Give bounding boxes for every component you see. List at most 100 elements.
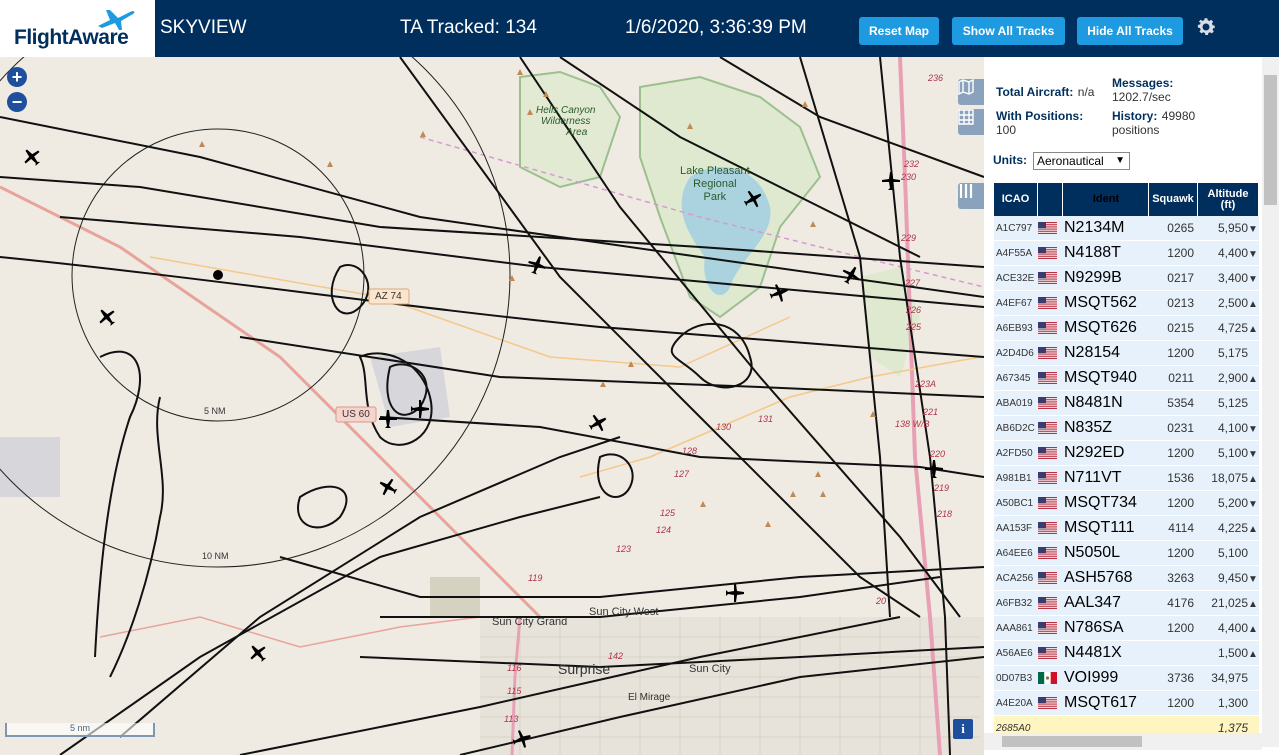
road-number: 218: [937, 509, 953, 519]
zoom-out-button[interactable]: −: [7, 92, 27, 112]
table-row[interactable]: AAA861 N786SA 1200 4,400▲: [994, 616, 1259, 641]
altitude-value: 4,100: [1217, 421, 1248, 435]
hide-all-tracks-button[interactable]: Hide All Tracks: [1077, 17, 1183, 45]
grid-glyph: [958, 109, 974, 125]
altitude-cell: 2,500▲: [1198, 296, 1259, 310]
flag-cell: [1038, 647, 1063, 659]
altitude-cell: 4,100▼: [1198, 421, 1259, 435]
column-altitude[interactable]: Altitude (ft): [1198, 183, 1259, 216]
us-flag-icon: [1038, 222, 1057, 234]
vertical-scrollbar[interactable]: [1262, 57, 1279, 747]
column-squawk[interactable]: Squawk: [1149, 183, 1198, 216]
info-icon[interactable]: i: [953, 719, 973, 739]
altitude-cell: 18,075▲: [1198, 471, 1259, 485]
show-all-tracks-button[interactable]: Show All Tracks: [952, 17, 1065, 45]
road-number: 232: [904, 159, 920, 169]
altitude-value: 9,450: [1217, 571, 1248, 585]
table-row[interactable]: ABA019 N8481N 5354 5,125: [994, 391, 1259, 416]
history-value: 49980: [1161, 109, 1196, 123]
descending-arrow-icon: ▼: [1248, 249, 1258, 260]
history-label: History:: [1112, 109, 1158, 123]
map-layers-icon[interactable]: [958, 79, 984, 105]
map-label-sun-city-west: Sun City West: [589, 606, 659, 618]
descending-arrow-icon: ▼: [1248, 224, 1258, 235]
altitude-value: 5,200: [1217, 496, 1248, 510]
table-row[interactable]: 0D07B3 VOI999 3736 34,975: [994, 666, 1259, 691]
zoom-in-button[interactable]: +: [7, 67, 27, 87]
road-number: 219: [934, 483, 950, 493]
altitude-value: 4,400: [1217, 246, 1248, 260]
table-row[interactable]: A56AE6 N4481X 1,500▲: [994, 641, 1259, 666]
skyview-app: FlightAware SKYVIEW TA Tracked: 134 1/6/…: [0, 0, 1279, 755]
altitude-value: 4,225: [1217, 521, 1248, 535]
units-selected-value: Aeronautical: [1037, 154, 1104, 168]
chevron-down-icon: ▼: [1115, 155, 1125, 166]
ident-cell: N786SA: [1064, 619, 1124, 636]
table-row[interactable]: A6EB93 MSQT626 0215 4,725▲: [994, 316, 1259, 341]
flag-cell: [1038, 397, 1063, 409]
table-row[interactable]: A4F55A N4188T 1200 4,400▼: [994, 241, 1259, 266]
altitude-cell: 4,400▲: [1198, 621, 1259, 635]
ident-cell: MSQT940: [1064, 369, 1137, 386]
icao-cell: A4F55A: [996, 247, 1033, 259]
table-row[interactable]: A981B1 N711VT 1536 18,075▲: [994, 466, 1259, 491]
grid-icon[interactable]: [958, 109, 984, 135]
road-number: 220: [930, 449, 946, 459]
gear-icon[interactable]: [1194, 15, 1218, 39]
scroll-thumb[interactable]: [1264, 75, 1277, 205]
ident-cell: MSQT562: [1064, 294, 1137, 311]
table-row[interactable]: A2FD50 N292ED 1200 5,100▼: [994, 441, 1259, 466]
table-row[interactable]: A64EE6 N5050L 1200 5,100: [994, 541, 1259, 566]
column-ident[interactable]: Ident: [1063, 183, 1149, 216]
horizontal-scrollbar[interactable]: [984, 733, 1262, 750]
table-row[interactable]: ACE32E N9299B 0217 3,400▼: [994, 266, 1259, 291]
table-row[interactable]: A1C797 N2134M 0265 5,950▼: [994, 216, 1259, 241]
squawk-cell: 1200: [1167, 246, 1194, 260]
logo-text: FlightAware: [14, 26, 129, 49]
altitude-value: 5,950: [1217, 221, 1248, 235]
scroll-thumb[interactable]: [1002, 736, 1142, 747]
descending-arrow-icon: ▼: [1248, 574, 1258, 585]
table-row[interactable]: AB6D2C N835Z 0231 4,100▼: [994, 416, 1259, 441]
ident-cell: N28154: [1064, 344, 1121, 361]
table-row[interactable]: A67345 MSQT940 0211 2,900▲: [994, 366, 1259, 391]
flag-cell: [1038, 597, 1063, 609]
us-flag-icon: [1038, 272, 1057, 284]
climbing-arrow-icon: ▲: [1248, 599, 1258, 610]
road-number: 225: [906, 322, 922, 332]
label-line: Regional: [693, 178, 737, 190]
us-flag-icon: [1038, 572, 1057, 584]
map-label-lake-pleasant: Lake Pleasant Regional Park: [680, 165, 750, 204]
ident-cell: N835Z: [1064, 419, 1113, 436]
squawk-cell: 1200: [1167, 496, 1194, 510]
messages-value: 1202.7/sec: [1112, 90, 1171, 104]
us-flag-icon: [1038, 647, 1057, 659]
units-select[interactable]: Aeronautical ▼: [1033, 152, 1130, 170]
icao-cell: A6FB32: [996, 597, 1033, 609]
table-row[interactable]: ACA256 ASH5768 3263 9,450▼: [994, 566, 1259, 591]
table-row[interactable]: A2D4D6 N28154 1200 5,175: [994, 341, 1259, 366]
column-icao[interactable]: ICAO: [994, 183, 1038, 216]
columns-icon[interactable]: [958, 183, 984, 209]
table-row[interactable]: A6FB32 AAL347 4176 21,025▲: [994, 591, 1259, 616]
flightaware-logo[interactable]: FlightAware: [0, 0, 155, 57]
squawk-cell: 0215: [1167, 321, 1194, 335]
us-flag-icon: [1038, 622, 1057, 634]
column-flag[interactable]: [1038, 183, 1063, 216]
map-view[interactable]: Hells Canyon Wilderness Area Lake Pleasa…: [0, 57, 984, 755]
icao-cell: ACE32E: [996, 272, 1035, 284]
road-number: 127: [674, 469, 690, 479]
messages-label: Messages:: [1112, 76, 1174, 90]
us-flag-icon: [1038, 547, 1057, 559]
squawk-cell: 1200: [1167, 621, 1194, 635]
squawk-cell: 0231: [1167, 421, 1194, 435]
total-aircraft-label: Total Aircraft:: [996, 85, 1074, 99]
squawk-cell: 1536: [1167, 471, 1194, 485]
reset-map-button[interactable]: Reset Map: [859, 17, 939, 45]
table-row[interactable]: AA153F MSQT111 4114 4,225▲: [994, 516, 1259, 541]
table-row[interactable]: A50BC1 MSQT734 1200 5,200▼: [994, 491, 1259, 516]
table-row[interactable]: A4EF67 MSQT562 0213 2,500▲: [994, 291, 1259, 316]
squawk-cell: 1200: [1167, 346, 1194, 360]
squawk-cell: 0265: [1167, 221, 1194, 235]
table-row[interactable]: A4E20A MSQT617 1200 1,300: [994, 691, 1259, 716]
